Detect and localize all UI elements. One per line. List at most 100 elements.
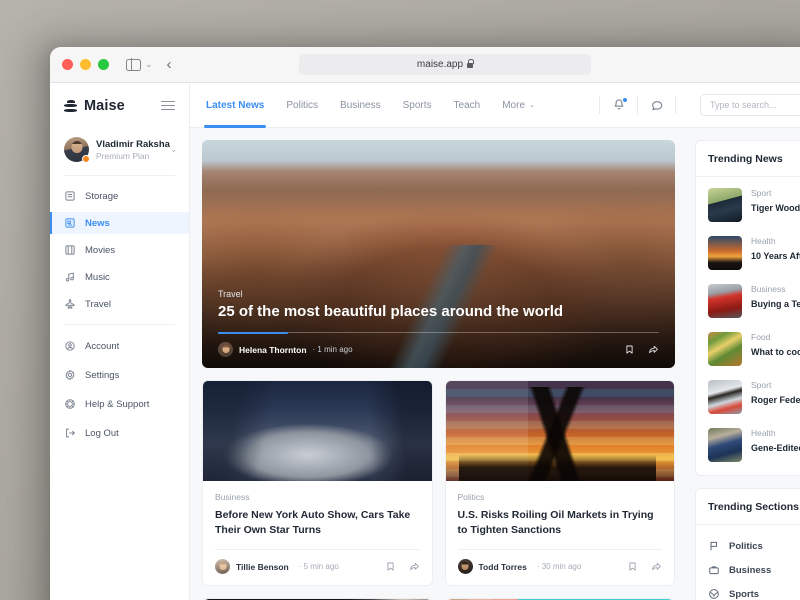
section-label: Politics — [729, 541, 763, 552]
trending-thumbnail — [708, 428, 742, 462]
trending-sections-list: Politics Business — [696, 525, 800, 600]
close-window-button[interactable] — [62, 59, 73, 70]
trending-news-item[interactable]: Food What to cook this week: Dinner for … — [696, 325, 800, 373]
tab-politics[interactable]: Politics — [286, 83, 318, 128]
tab-latest-news[interactable]: Latest News — [206, 83, 264, 128]
address-bar[interactable]: maise.app — [299, 54, 591, 75]
author-avatar — [215, 559, 230, 574]
section-label: Sports — [729, 589, 759, 600]
tab-business[interactable]: Business — [340, 83, 381, 128]
brand-name: Maise — [84, 98, 125, 114]
storage-icon — [64, 190, 76, 202]
trending-news-list: Sport Tiger Woods, in a Stirring Return … — [696, 177, 800, 475]
author-name: Tillie Benson — [236, 562, 289, 572]
news-icon — [64, 217, 76, 229]
trending-category: Food — [751, 332, 800, 342]
sidebar-item-label: Movies — [85, 245, 115, 256]
timestamp: · 1 min ago — [313, 345, 353, 354]
hamburger-icon[interactable] — [161, 101, 175, 111]
sidebar-item-music[interactable]: Music — [50, 266, 189, 288]
sidebar-item-label: Account — [85, 341, 119, 352]
search-input[interactable]: Type to search... — [700, 94, 800, 116]
account-icon — [64, 340, 76, 352]
trending-thumbnail — [708, 380, 742, 414]
brand[interactable]: Maise — [64, 98, 125, 114]
movies-icon — [64, 244, 76, 256]
trending-news-item[interactable]: Health Gene-Edited Babies: What a Chines… — [696, 421, 800, 469]
category-tabs: Latest News Politics Business Sports Tea… — [206, 83, 535, 128]
flag-icon — [708, 540, 720, 552]
chevron-down-icon[interactable]: ⌄ — [170, 145, 177, 154]
panel-title: Trending Sections — [696, 489, 800, 525]
back-button[interactable]: ‹ — [167, 57, 172, 72]
user-profile[interactable]: Vladimir Raksha Premium Plan ⌄ — [50, 128, 189, 173]
tab-more[interactable]: More ⌄ — [502, 83, 535, 128]
sidebar-item-label: Help & Support — [85, 399, 149, 410]
browser-titlebar: ⌄ ‹ maise.app — [50, 47, 800, 83]
minimize-window-button[interactable] — [80, 59, 91, 70]
sidebar-item-storage[interactable]: Storage — [50, 185, 189, 207]
ball-icon — [708, 588, 720, 600]
article-card-row: Business Before New York Auto Show, Cars… — [202, 380, 675, 586]
article-card[interactable]: Politics U.S. Risks Roiling Oil Markets … — [445, 380, 676, 586]
section-item-politics[interactable]: Politics — [696, 534, 800, 558]
tab-teach[interactable]: Teach — [454, 83, 481, 128]
divider — [218, 332, 659, 333]
divider — [599, 96, 600, 114]
trending-news-item[interactable]: Health 10 Years After an Exercise Study,… — [696, 229, 800, 277]
share-icon[interactable] — [409, 561, 420, 572]
article-title: U.S. Risks Roiling Oil Markets in Trying… — [458, 508, 663, 538]
bookmark-icon[interactable] — [627, 561, 638, 572]
bookmark-icon[interactable] — [624, 344, 635, 355]
maximize-window-button[interactable] — [98, 59, 109, 70]
sidebar-item-label: Travel — [85, 299, 111, 310]
hero-actions — [624, 344, 659, 355]
trending-category: Sport — [751, 188, 800, 198]
sidebar-item-settings[interactable]: Settings — [50, 364, 189, 386]
trending-news-item[interactable]: Sport Tiger Woods, in a Stirring Return … — [696, 181, 800, 229]
messages-button[interactable] — [649, 98, 664, 113]
trending-news-item[interactable]: Business Buying a Tesla Seems Pretty Sim… — [696, 277, 800, 325]
sidebar-item-help[interactable]: Help & Support — [50, 393, 189, 415]
sidebar-icon — [126, 59, 141, 71]
article-meta: Todd Torres · 30 min ago — [458, 549, 663, 585]
panel-title: Trending News — [696, 141, 800, 177]
user-plan: Premium Plan — [96, 151, 163, 161]
author-name: Todd Torres — [479, 562, 527, 572]
article-thumbnail — [203, 381, 432, 481]
divider — [675, 96, 676, 114]
settings-icon — [64, 369, 76, 381]
article-actions — [627, 561, 662, 572]
tab-sports[interactable]: Sports — [403, 83, 432, 128]
hero-meta: Helena Thornton · 1 min ago — [218, 342, 659, 357]
sidebar-item-logout[interactable]: Log Out — [50, 422, 189, 444]
share-icon[interactable] — [651, 561, 662, 572]
section-item-sports[interactable]: Sports — [696, 582, 800, 600]
sidebar-item-account[interactable]: Account — [50, 335, 189, 357]
trending-headline: Roger Federer's 101 Titles, by the Numbe… — [751, 394, 800, 408]
bookmark-icon[interactable] — [385, 561, 396, 572]
trending-sections-panel: Trending Sections Politics — [695, 488, 800, 600]
sidebar-item-label: News — [85, 218, 110, 229]
trending-category: Health — [751, 428, 800, 438]
section-item-business[interactable]: Business — [696, 558, 800, 582]
sidebar-item-news[interactable]: News — [50, 212, 189, 234]
toggle-sidebar-button[interactable]: ⌄ — [126, 59, 153, 71]
window-controls[interactable] — [62, 59, 109, 70]
article-card[interactable]: Business Before New York Auto Show, Cars… — [202, 380, 433, 586]
trending-thumbnail — [708, 284, 742, 318]
author-avatar — [458, 559, 473, 574]
article-category: Politics — [458, 492, 663, 502]
sidebar-item-travel[interactable]: Travel — [50, 293, 189, 315]
sidebar-item-movies[interactable]: Movies — [50, 239, 189, 261]
article-category: Business — [215, 492, 420, 502]
share-icon[interactable] — [648, 344, 659, 355]
trending-headline: Tiger Woods, in a Stirring Return to the… — [751, 202, 800, 216]
logout-icon — [64, 427, 76, 439]
hero-article-card[interactable]: Travel 25 of the most beautiful places a… — [202, 140, 675, 368]
section-label: Business — [729, 565, 771, 576]
chevron-down-icon: ⌄ — [145, 60, 153, 69]
notifications-button[interactable] — [611, 98, 626, 113]
article-actions — [385, 561, 420, 572]
trending-news-item[interactable]: Sport Roger Federer's 101 Titles, by the… — [696, 373, 800, 421]
